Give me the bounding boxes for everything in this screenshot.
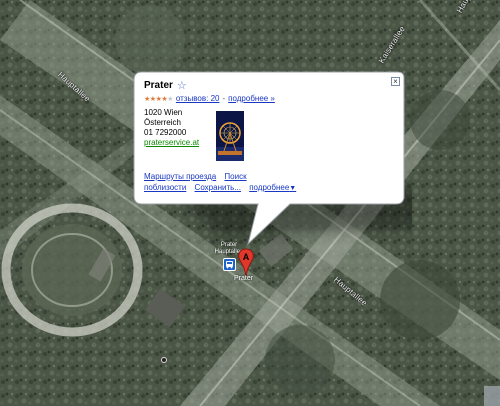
address-line: 1020 Wien bbox=[144, 108, 183, 117]
search-nearby-link[interactable]: Поиск bbox=[224, 172, 246, 181]
rating-stars: ★★★★★ bbox=[144, 95, 173, 103]
save-link[interactable]: Сохранить... bbox=[195, 183, 241, 192]
marker-letter: A bbox=[243, 252, 250, 262]
info-window: Prater ☆ ★★★★★ отзывов: 20 - подробнее »… bbox=[136, 74, 402, 202]
place-title[interactable]: Prater bbox=[144, 80, 173, 91]
more-actions-link[interactable]: подробнее▼ bbox=[249, 183, 296, 192]
bus-icon bbox=[226, 261, 233, 269]
more-details-link[interactable]: подробнее » bbox=[228, 94, 275, 103]
address-block: 1020 Wien Österreich 01 7292000 praterse… bbox=[144, 108, 204, 161]
location-marker[interactable]: A bbox=[236, 248, 256, 278]
chevron-down-icon: ▼ bbox=[289, 185, 297, 192]
more-actions-label: подробнее bbox=[249, 183, 290, 192]
search-nearby-link-cont[interactable]: поблизости bbox=[144, 183, 186, 192]
bus-stop-icon[interactable] bbox=[223, 258, 236, 271]
action-links: Маршруты проезда Поиск поблизости Сохран… bbox=[144, 171, 394, 194]
separator: - bbox=[222, 94, 226, 103]
ferris-wheel-image bbox=[216, 111, 244, 161]
address-line: Österreich bbox=[144, 118, 181, 127]
website-link[interactable]: praterservice.at bbox=[144, 138, 204, 148]
poi-dot[interactable] bbox=[161, 357, 167, 363]
close-icon[interactable]: × bbox=[391, 77, 400, 86]
place-photo[interactable] bbox=[216, 111, 244, 161]
star-outline-icon[interactable]: ☆ bbox=[177, 80, 187, 91]
star-empty-icon: ★ bbox=[167, 95, 173, 103]
marker-caption: Prater bbox=[234, 275, 254, 282]
phone-number: 01 7292000 bbox=[144, 128, 187, 137]
reviews-link[interactable]: отзывов: 20 bbox=[176, 94, 220, 103]
directions-link[interactable]: Маршруты проезда bbox=[144, 172, 216, 181]
